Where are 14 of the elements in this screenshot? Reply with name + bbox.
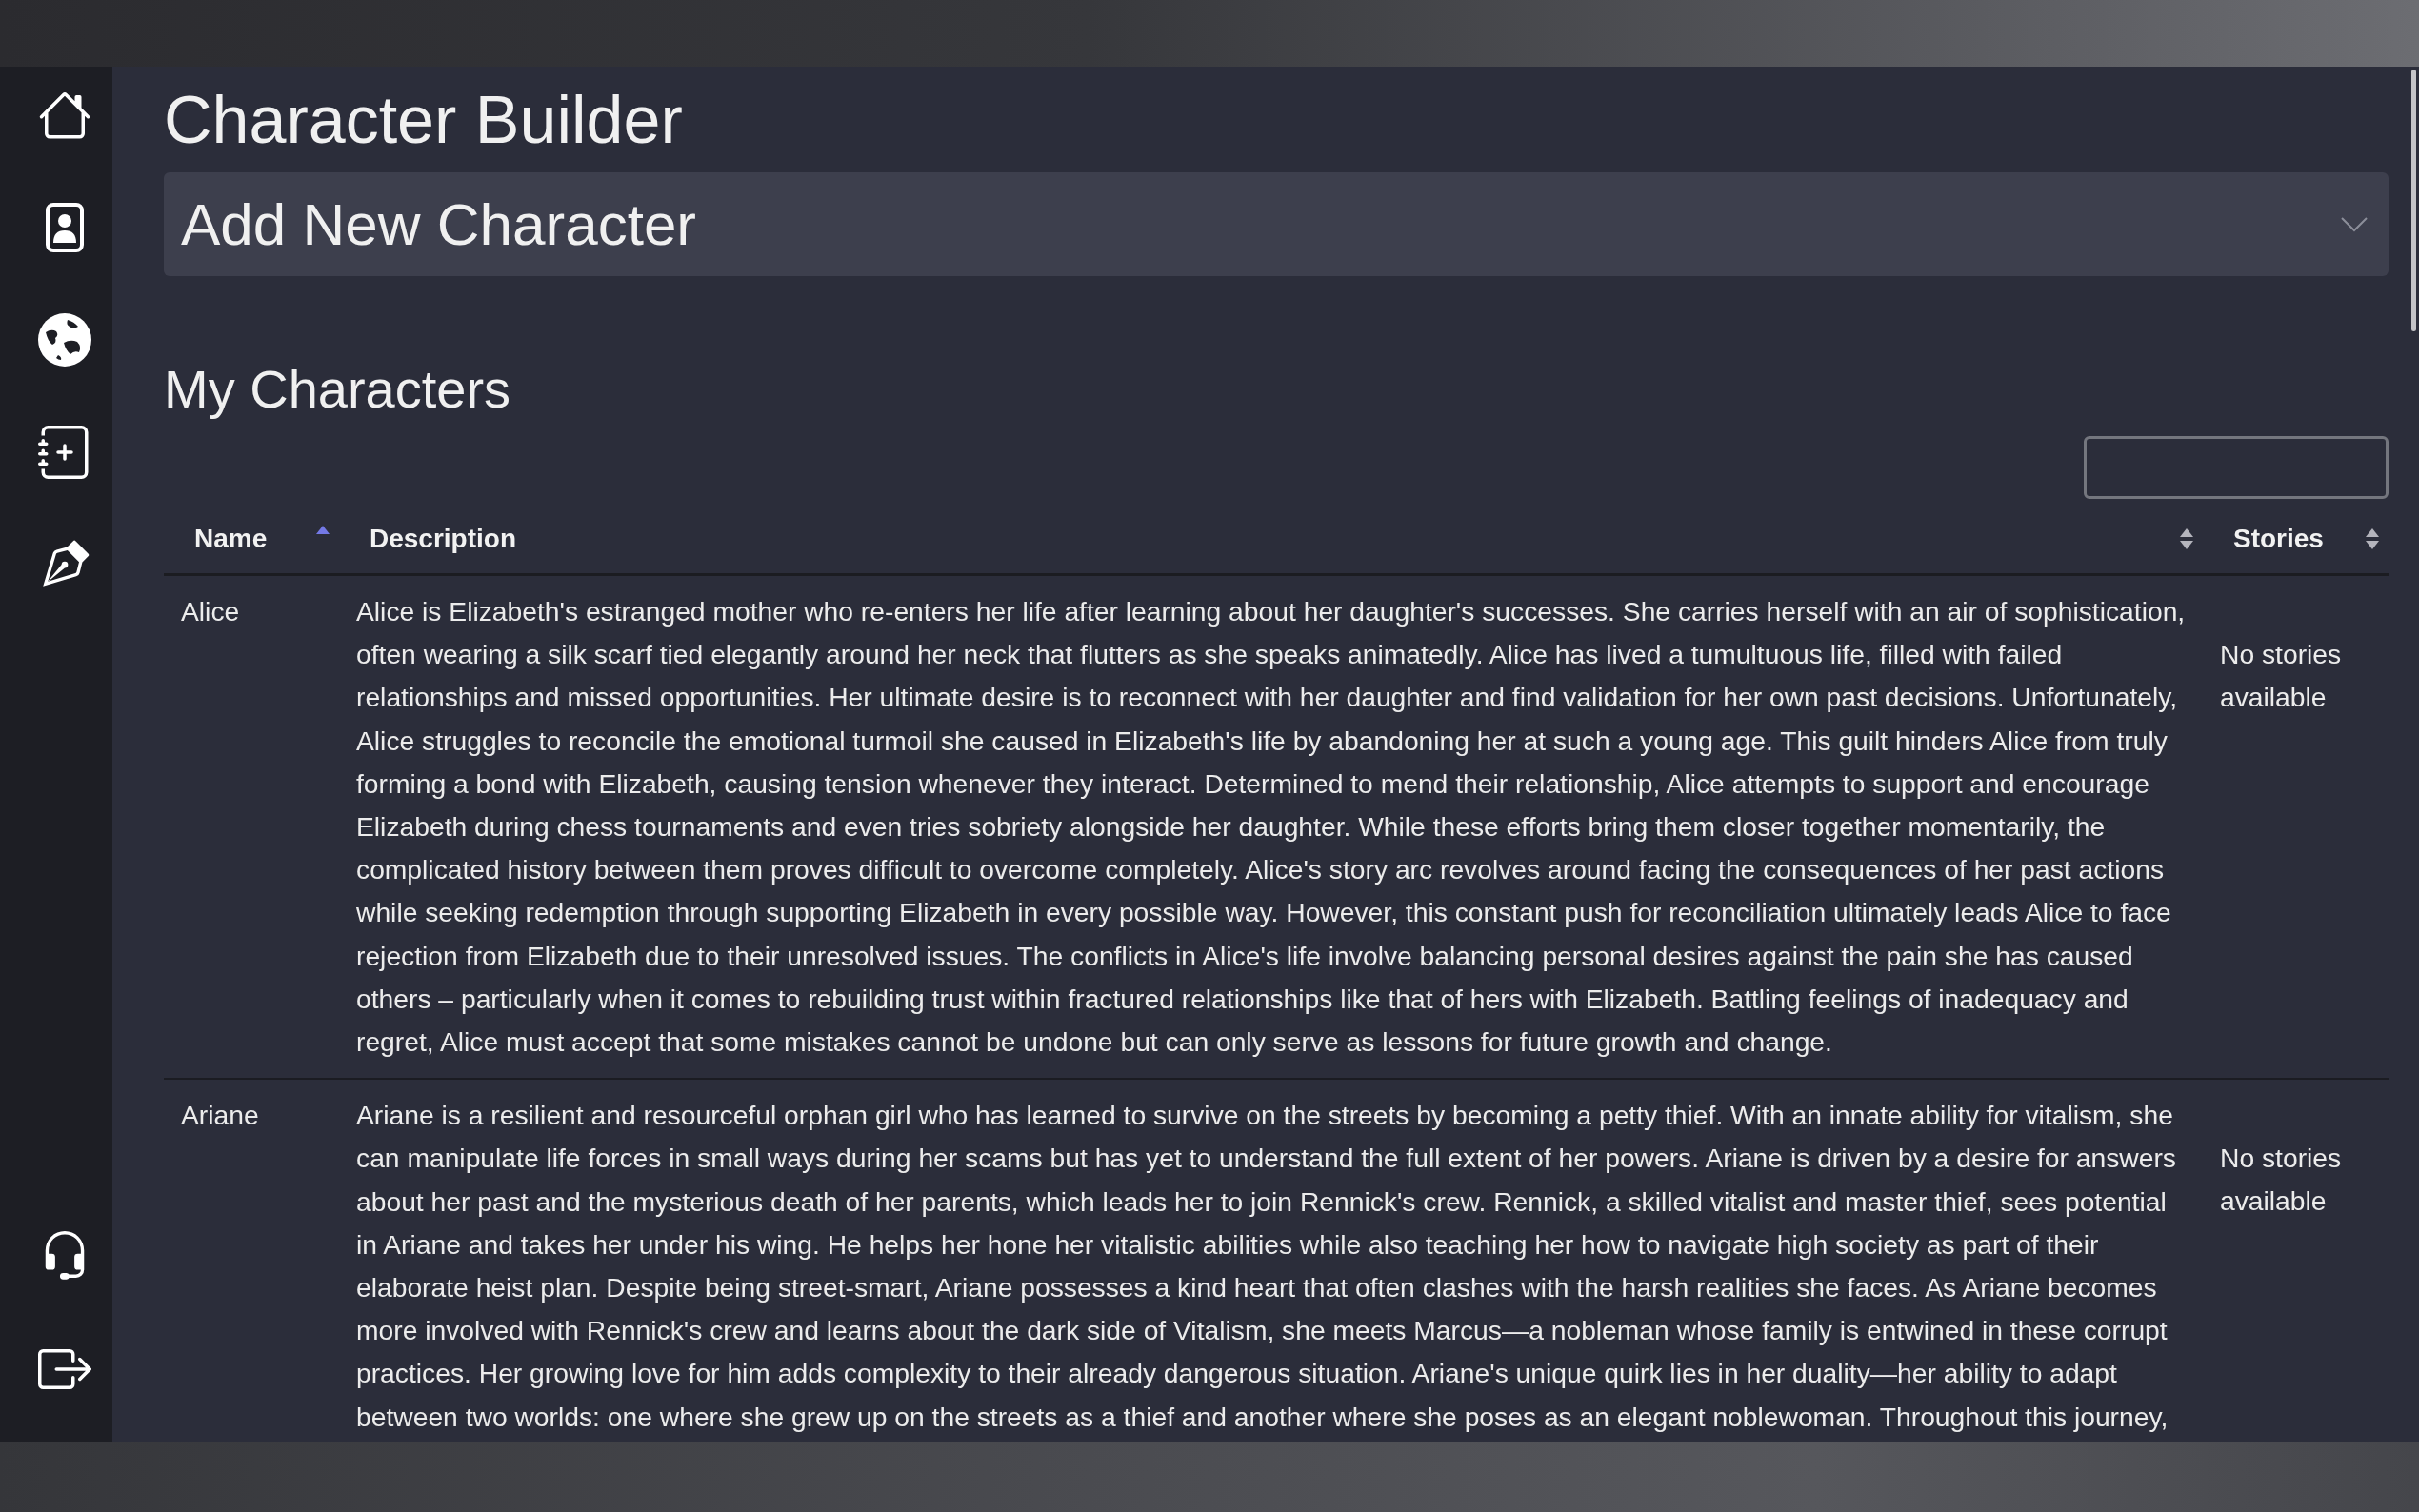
name-cell: Alice xyxy=(164,574,339,1080)
scrollbar-thumb[interactable] xyxy=(2411,70,2416,331)
section-heading: My Characters xyxy=(164,358,512,421)
description-cell: Alice is Elizabeth's estranged mother who re-enters her life after learning about her daughter's successes. She carries herself with an air of sophistication, often wearing a silk scarf tied elegantly around her neck that flutters as she speaks animatedly. Alice has lived a tumultuous life, filled with failed relationships and missed opportunities. Her ultimate desire is to reconnect with her daughter and find validation for her own past decisions. Unfortunately, Alice struggles to reconcile the emotional turmoil she caused in Elizabeth's life by abandoning her at such a young age. This guilt hinders Alice from truly forming a bond with Elizabeth, causing tension whenever they interact. Determined to mend their relationship, Alice attempts to support and encourage Elizabeth during chess tournaments and even tries sobriety alongside her daughter. While these efforts bring them closer together momentarily, the complicated history between them proves difficult to overcome completely. Alice's story arc revolves around facing the consequences of her past actions while seeking redemption through supporting Elizabeth in every possible way. However, this constant push for reconciliation ultimately leads Alice to face rejection from Elizabeth due to their unresolved issues. The conflicts in Alice's life involve balancing personal desires against the pain she has caused others – particularly when it comes to rebuilding trust within fractured relationships like that of hers with Elizabeth. Battling feelings of inadequacy and regret, Alice must accept that some mistakes cannot be undone but can only serve as lessons for future growth and change. xyxy=(339,574,2203,1080)
page-title: Character Builder xyxy=(164,82,684,159)
notebook-plus-icon[interactable] xyxy=(38,426,91,479)
add-character-accordion[interactable]: Add New Character xyxy=(164,172,2389,276)
stories-cell: No stories available xyxy=(2203,574,2389,1080)
globe-icon[interactable] xyxy=(38,313,91,367)
column-header[interactable]: Name xyxy=(164,505,339,575)
contact-card-icon[interactable] xyxy=(46,203,84,252)
column-header[interactable]: Stories xyxy=(2203,505,2389,575)
column-header[interactable]: Description xyxy=(339,505,2203,575)
search-field[interactable] xyxy=(2084,436,2389,499)
